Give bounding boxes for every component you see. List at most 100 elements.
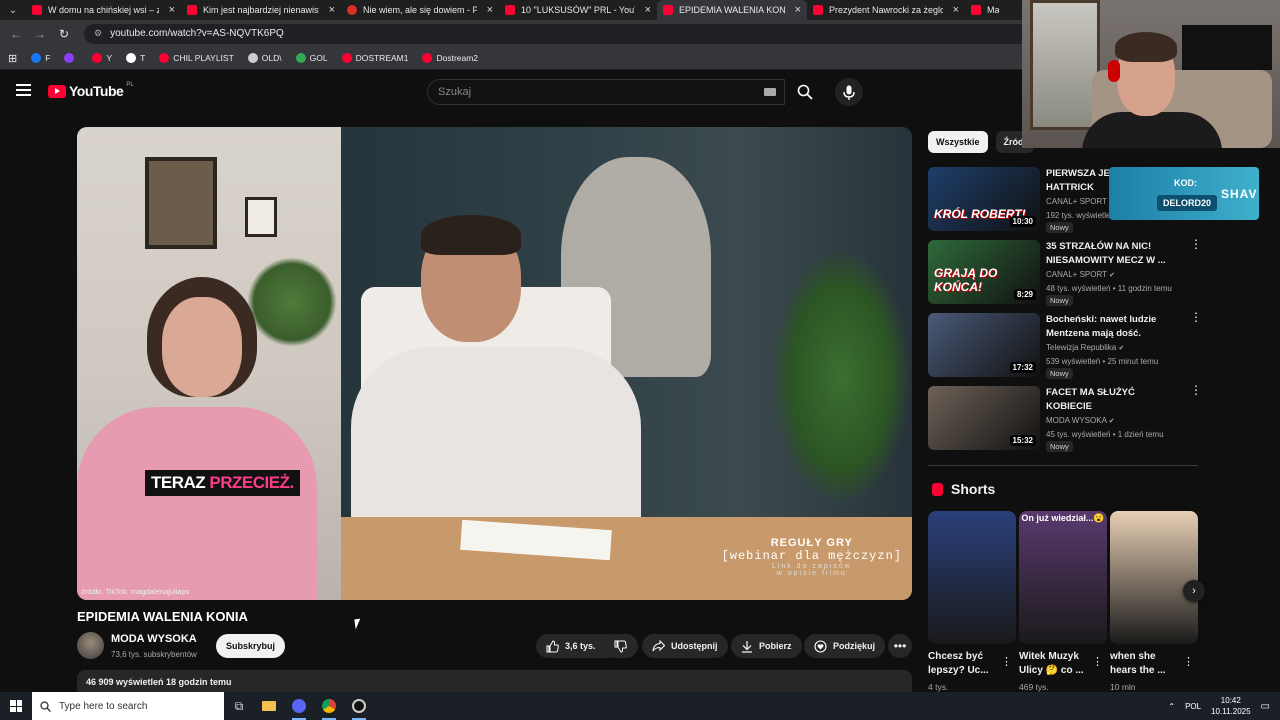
wall-picture-frame-small: [245, 197, 277, 237]
recommended-video[interactable]: 17:32 Bocheński: nawet ludzie Mentzena ma…: [928, 311, 1202, 379]
video-thumbnail[interactable]: 17:32: [928, 313, 1040, 377]
tab-close-icon[interactable]: ×: [953, 4, 959, 16]
bookmark-item[interactable]: [64, 53, 78, 63]
download-button[interactable]: Pobierz: [731, 634, 802, 658]
chip-all[interactable]: Wszystkie: [928, 131, 988, 153]
forward-arrow-icon[interactable]: →: [30, 24, 50, 44]
share-button[interactable]: Udostępnij: [642, 634, 728, 658]
channel-name[interactable]: MODA WYSOKA: [111, 633, 197, 645]
video-thumbnail[interactable]: KRÓL ROBERT! 10:30: [928, 167, 1040, 231]
channel-avatar[interactable]: [77, 632, 104, 659]
search-input[interactable]: Szukaj: [427, 79, 785, 105]
more-vert-icon[interactable]: ⋮: [1092, 655, 1103, 668]
thanks-label: Podziękuj: [833, 641, 876, 651]
more-vert-icon[interactable]: ⋮: [1190, 311, 1202, 323]
browser-tab[interactable]: W domu na chińskiej wsi – zob ×: [26, 0, 181, 20]
language-indicator[interactable]: POL: [1185, 702, 1201, 711]
bookmark-item[interactable]: Dostream2: [422, 53, 478, 63]
download-label: Pobierz: [759, 641, 792, 651]
recommended-video[interactable]: 15:32 FACET MA SŁUŻYĆ KOBIECIE MODA WYSOKA…: [928, 384, 1202, 452]
browser-tab[interactable]: Prezydent Nawrocki za żeglow ×: [807, 0, 965, 20]
more-actions-icon[interactable]: •••: [888, 634, 912, 658]
voice-search-button[interactable]: [835, 78, 863, 106]
bookmark-item[interactable]: Y: [92, 53, 112, 63]
subscribe-button[interactable]: Subskrybuj: [216, 634, 285, 658]
recommended-video[interactable]: GRAJĄ DO KOŃCA! 8:29 35 STRZAŁÓW NA NIC! N…: [928, 238, 1202, 306]
shorts-title: Shorts: [951, 481, 996, 497]
short-views: 4 tys.: [928, 682, 949, 692]
clock-date: 10.11.2025: [1211, 707, 1251, 716]
browser-tab[interactable]: 10 "LUKSUSÓW" PRL - YouTub ×: [499, 0, 657, 20]
short-title[interactable]: Chcesz być lepszy? Uc...: [928, 650, 998, 678]
system-tray: ⌃ POL 10:42 10.11.2025 ▭: [1168, 692, 1280, 720]
video-thumbnail[interactable]: 15:32: [928, 386, 1040, 450]
chrome-icon[interactable]: [314, 692, 344, 720]
dislike-button[interactable]: [604, 634, 638, 658]
keyboard-icon[interactable]: [764, 88, 776, 96]
caption-white: TERAZ: [151, 473, 210, 492]
obs-icon[interactable]: [344, 692, 374, 720]
short-thumbnail[interactable]: On już wiedział...😮: [1019, 511, 1107, 644]
video-thumbnail[interactable]: GRAJĄ DO KOŃCA! 8:29: [928, 240, 1040, 304]
short-thumbnail[interactable]: [1110, 511, 1198, 644]
reload-icon[interactable]: ↻: [54, 24, 74, 44]
video-title[interactable]: FACET MA SŁUŻYĆ KOBIECIE: [1046, 386, 1178, 414]
browser-tab[interactable]: EPIDEMIA WALENIA KONI ×: [657, 0, 807, 20]
short-title[interactable]: Witek Muzyk Ulicy 🤔 co ...: [1019, 650, 1089, 678]
discord-icon[interactable]: [284, 692, 314, 720]
bookmark-item[interactable]: OLD\: [247, 53, 282, 63]
tray-chevron-up-icon[interactable]: ⌃: [1168, 702, 1175, 711]
bookmark-item[interactable]: CHIL PLAYLIST: [159, 53, 234, 63]
tab-search-chevron-icon[interactable]: ⌄: [0, 0, 26, 20]
video-player[interactable]: TERAZ PRZECIEŻ. źródło: TikTok: magdalen…: [77, 127, 912, 600]
bookmark-item[interactable]: DOSTREAM1: [341, 53, 408, 63]
task-view-icon[interactable]: ⧉: [224, 692, 254, 720]
site-info-icon[interactable]: ⚙: [94, 28, 102, 39]
back-arrow-icon[interactable]: ←: [6, 24, 26, 44]
video-title[interactable]: Bocheński: nawet ludzie Mentzena mają do…: [1046, 313, 1178, 341]
short-title[interactable]: when she hears the ...: [1110, 650, 1180, 678]
browser-tab[interactable]: Nie wiem, ale się dowiem - Pat ×: [341, 0, 499, 20]
more-vert-icon[interactable]: ⋮: [1190, 238, 1202, 250]
address-bar[interactable]: ⚙ youtube.com/watch?v=AS-NQVTK6PQ: [84, 23, 1044, 44]
tab-title: Prezydent Nawrocki za żeglow: [829, 5, 943, 15]
tab-close-icon[interactable]: ×: [487, 4, 493, 16]
woman-face: [162, 297, 242, 397]
bookmark-item[interactable]: GOL: [295, 53, 328, 63]
tab-close-icon[interactable]: ×: [169, 4, 175, 16]
tab-close-icon[interactable]: ×: [645, 4, 651, 16]
video-title[interactable]: 35 STRZAŁÓW NA NIC! NIESAMOWITY MECZ W .…: [1046, 240, 1178, 268]
tab-close-icon[interactable]: ×: [329, 4, 335, 16]
chevron-right-icon[interactable]: ›: [1183, 580, 1205, 602]
description-box[interactable]: 46 909 wyświetleń 18 godzin temu: [77, 670, 912, 692]
channel-name: CANAL+ SPORT ✔: [1046, 270, 1115, 279]
notifications-icon[interactable]: ▭: [1261, 701, 1270, 712]
file-explorer-icon[interactable]: [254, 692, 284, 720]
more-vert-icon[interactable]: ⋮: [1001, 655, 1012, 668]
search-button[interactable]: [786, 79, 824, 105]
tab-close-icon[interactable]: ×: [795, 4, 801, 16]
youtube-wordmark: YouTube: [69, 83, 124, 99]
tab-title: Nie wiem, ale się dowiem - Pat: [363, 5, 477, 15]
more-vert-icon[interactable]: ⋮: [1190, 384, 1202, 396]
thumbs-down-icon: [614, 640, 627, 653]
browser-tab[interactable]: Matk: [965, 0, 1005, 20]
bookmark-item[interactable]: F: [31, 53, 50, 63]
taskbar-search-input[interactable]: Type here to search: [32, 692, 224, 720]
channel-name-text: MODA WYSOKA: [1046, 416, 1107, 425]
menu-hamburger-icon[interactable]: [16, 84, 31, 96]
youtube-logo[interactable]: YouTube PL: [48, 82, 134, 99]
short-thumbnail[interactable]: [928, 511, 1016, 644]
browser-tab[interactable]: Kim jest najbardziej nienawistn ×: [181, 0, 341, 20]
bookmark-item[interactable]: T: [126, 53, 145, 63]
man-hair: [421, 215, 521, 255]
video-meta: 539 wyświetleń • 25 minut temu: [1046, 357, 1159, 366]
wall-picture-frame: [145, 157, 217, 249]
thanks-button[interactable]: Podziękuj: [804, 634, 886, 658]
tab-favicon-icon: [347, 5, 357, 15]
clock[interactable]: 10:42 10.11.2025: [1211, 695, 1250, 717]
promo-title: REGUŁY GRY: [770, 537, 853, 549]
apps-grid-icon[interactable]: ⊞: [8, 52, 17, 65]
more-vert-icon[interactable]: ⋮: [1183, 655, 1194, 668]
start-button[interactable]: [0, 692, 32, 720]
